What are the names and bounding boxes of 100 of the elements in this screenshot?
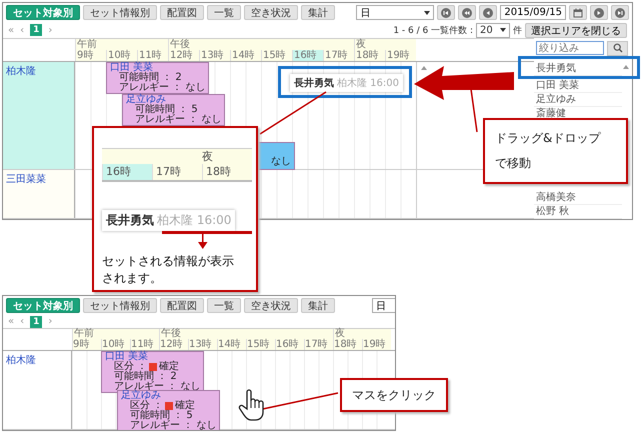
hour-cell: 14時 (230, 50, 261, 61)
result-count: 1 - 6 / 6 一覧件数 : (393, 24, 473, 36)
nav-button[interactable] (458, 5, 476, 20)
tab[interactable]: 一覧 (207, 5, 241, 20)
hour-cell: 16時 (275, 339, 304, 350)
caret-icon (424, 10, 430, 14)
search-icon (612, 43, 622, 53)
drop-target-info: 柏木隆 16:00 (337, 76, 399, 90)
booking-block[interactable]: なし (258, 142, 295, 170)
hour-cell: 10時 (106, 50, 137, 61)
previous-icon (483, 8, 494, 18)
callout-text: セットされる情報が表示されます。 (102, 253, 235, 287)
hour-cell: 18時 (354, 50, 385, 61)
calendar-button[interactable] (569, 5, 587, 20)
guest-name: 口田 美菜 (105, 352, 150, 362)
staff-list-item[interactable]: 足立ゆみ (534, 93, 622, 107)
booking-block[interactable]: 足立ゆみ 可能時間 ： 5 アレルギー ： なし (122, 94, 226, 126)
tab[interactable]: 配置図 (160, 5, 204, 20)
booking-detail: アレルギー ： なし (130, 421, 216, 430)
unit-label: 件 (513, 24, 522, 36)
guest-name: 長井勇気 (106, 212, 154, 229)
status-label: 確定 (159, 362, 180, 372)
hour-cell: 11時 (137, 50, 168, 61)
hour-cell: 11時 (130, 339, 159, 350)
period-header: 夜 (333, 329, 391, 339)
next-icon (594, 8, 604, 18)
booking-detail: アレルギー ： なし (135, 115, 222, 125)
guest-name: 足立ゆみ (126, 95, 166, 105)
tab[interactable]: 配置図 (160, 298, 204, 313)
booking-detail: 可能時間 ： 2 (114, 372, 177, 382)
search-button[interactable] (607, 40, 628, 56)
booking-block[interactable]: 足立ゆみ 区分 ： 確定 可能時間 ： 5 アレルギー ： なし (117, 390, 220, 430)
staff-list-item[interactable]: 高橋美奈 (534, 191, 622, 205)
view-select[interactable]: 日 (356, 5, 434, 20)
hour-cell: 17時 (323, 50, 354, 61)
hour-cell: 14時 (217, 339, 246, 350)
period-header: 夜 (354, 39, 416, 50)
skip-forward-icon (615, 8, 625, 18)
scroll-up-icon[interactable] (421, 66, 427, 70)
hour-cell: 16時 (102, 164, 152, 180)
period-header: 午前 (72, 329, 159, 339)
staff-list-item[interactable]: 長井勇気 (534, 62, 622, 76)
booking-block[interactable]: 口田 美菜 可能時間 ： 2 アレルギー ： なし (106, 62, 210, 94)
hour-cell: 13時 (188, 339, 217, 350)
page-size-select[interactable]: 20 (476, 22, 510, 38)
staff-name-cell[interactable]: 三田菜菜 (3, 170, 75, 218)
hour-cell: 12時 (168, 50, 199, 61)
calendar-icon (573, 8, 583, 18)
close-area-button[interactable]: 選択エリアを閉じる (525, 22, 627, 38)
hand-pointer-icon (238, 388, 266, 422)
hour-cell: 12時 (159, 339, 188, 350)
staff-list-item[interactable]: 松野 秋 (534, 205, 622, 219)
hour-cell: 9時 (75, 50, 106, 61)
status-label: 確定 (175, 401, 196, 411)
nav-button[interactable] (590, 5, 608, 20)
staff-name-cell[interactable]: 柏木隆 (3, 62, 75, 169)
booking-detail: 可能時間 ： 2 (119, 73, 182, 83)
booking-detail: 可能時間 ： 5 (130, 411, 193, 421)
booking-detail: 可能時間 ： 5 (135, 105, 198, 115)
leader-line (260, 91, 326, 135)
hour-cell: 15時 (246, 339, 275, 350)
tab[interactable]: 集計 (301, 5, 335, 20)
period-header: 夜 (102, 149, 252, 164)
callout-text: で移動 (495, 155, 532, 172)
staff-list-item[interactable]: 口田 美菜 (534, 79, 622, 93)
tab[interactable]: セット情報別 (83, 298, 157, 313)
drop-target-info: 柏木隆 16:00 (157, 212, 232, 229)
view-select[interactable]: 日 (372, 298, 395, 313)
nav-button[interactable] (479, 5, 498, 20)
booking-detail: 区分 ： (114, 362, 148, 372)
period-header: 午後 (159, 329, 333, 339)
guest-name: 足立ゆみ (121, 391, 162, 401)
hour-cell: 19時 (385, 50, 416, 61)
nav-button[interactable] (437, 5, 456, 20)
hour-cell: 13時 (199, 50, 230, 61)
tab[interactable]: 空き状況 (244, 5, 298, 20)
filter-field[interactable]: 絞り込み (536, 41, 604, 55)
period-header: 午後 (168, 39, 354, 50)
hour-cell: 15時 (261, 50, 292, 61)
hour-cell: 9時 (72, 339, 101, 350)
hour-cell: 18時 (202, 164, 252, 180)
hour-cell: 19時 (362, 339, 391, 350)
staff-name-cell[interactable]: 柏木隆 (3, 351, 72, 429)
tab[interactable]: 集計 (301, 298, 335, 313)
booking-detail: 区分 ： (130, 401, 164, 411)
tab[interactable]: セット情報別 (83, 5, 157, 20)
callout-text: ドラッグ&ドロップ (495, 130, 602, 147)
tab[interactable]: 空き状況 (244, 298, 298, 313)
nav-button[interactable] (611, 5, 629, 20)
tab[interactable]: 一覧 (207, 298, 241, 313)
hour-cell: 18時 (333, 339, 362, 350)
guest-name: 長井勇気 (294, 76, 334, 90)
date-field[interactable]: 2015/09/15 (500, 5, 566, 20)
hour-cell: 16時 (292, 50, 323, 61)
hour-cell: 17時 (152, 164, 202, 180)
scroll-up-icon[interactable] (623, 65, 629, 69)
period-header: 午前 (75, 39, 168, 50)
caret-icon (500, 28, 506, 32)
hour-cell: 10時 (101, 339, 130, 350)
hour-cell: 17時 (304, 339, 333, 350)
